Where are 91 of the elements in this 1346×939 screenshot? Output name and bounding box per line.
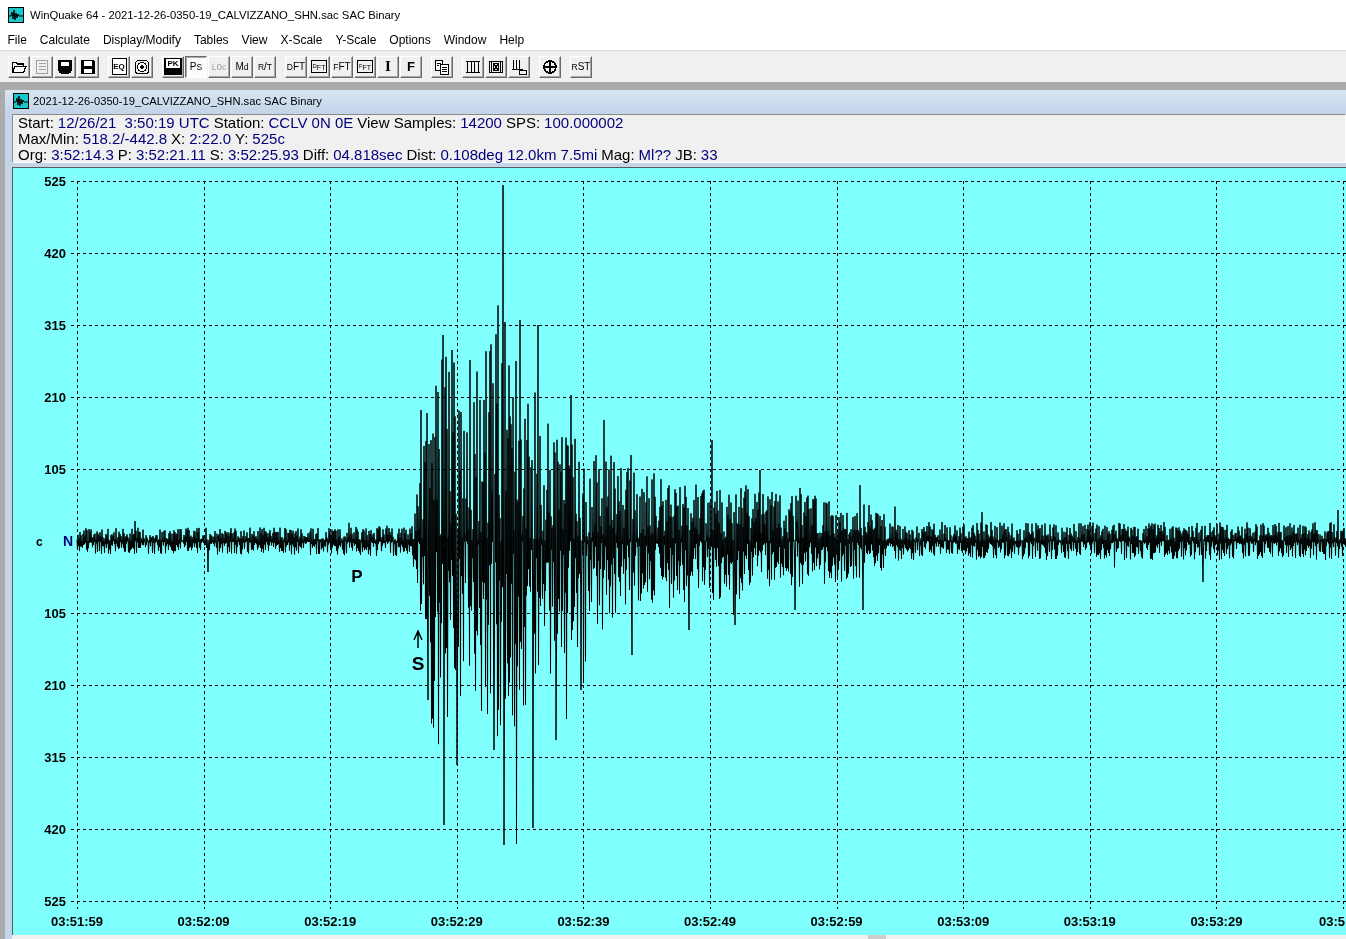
boxed-bars-icon — [488, 58, 504, 75]
toolbar-button[interactable] — [54, 55, 76, 78]
toolbar-button[interactable] — [8, 55, 30, 78]
info-value: 12/26/21 3:50:19 UTC — [57, 114, 210, 131]
window-title: 2021-12-26-0350-19_CALVIZZANO_SHN.sac SAC Binary — [33, 95, 322, 107]
menu-item[interactable]: File — [1, 33, 34, 47]
pages-icon — [434, 58, 450, 75]
info-label: Max/Min: — [18, 130, 79, 147]
info-value: 14200 — [460, 114, 502, 131]
crosshair-icon — [542, 58, 558, 75]
y-axis-label: 420 — [44, 822, 66, 837]
info-label: X: — [171, 130, 186, 147]
y-axis-label: 315 — [44, 750, 66, 765]
toolbar-button[interactable] — [431, 55, 453, 78]
y-axis-label: 105 — [44, 462, 66, 477]
info-label: View Samples: — [357, 114, 457, 131]
info-label: Station: — [213, 114, 265, 131]
info-value: 0.108deg 12.0km 7.5mi — [440, 146, 598, 163]
info-label: Diff: — [302, 146, 330, 163]
info-label: JB: — [675, 146, 697, 163]
channel-label: N — [62, 533, 73, 549]
pick-arrow — [413, 629, 423, 649]
menu-item[interactable]: Options — [382, 33, 438, 47]
seismogram-icon — [8, 7, 24, 23]
x-axis-label: 03:51:59 — [51, 914, 103, 929]
info-label: P: — [117, 146, 132, 163]
toolbar-button[interactable] — [77, 55, 99, 78]
disc-icon — [134, 58, 150, 75]
info-value: Ml?? — [638, 146, 672, 163]
window-title: WinQuake 64 - 2021-12-26-0350-19_CALVIZZANO_SHN.sac SAC Binary — [30, 9, 401, 21]
y-axis-label: 420 — [44, 246, 66, 261]
menu-item[interactable]: Window — [437, 33, 493, 47]
units-label: c — [36, 535, 43, 549]
menu-item[interactable]: Display/Modify — [96, 33, 188, 47]
scrollbar-thumb[interactable] — [868, 935, 886, 939]
menu-item[interactable]: Tables — [187, 33, 236, 47]
info-value: 3:52:25.93 — [227, 146, 299, 163]
menu-item[interactable]: Y-Scale — [328, 33, 383, 47]
list-icon — [34, 58, 50, 75]
x-axis-label: 03:52:19 — [304, 914, 357, 929]
info-label: S: — [209, 146, 224, 163]
toolbar-button[interactable]: I — [377, 55, 399, 78]
info-value: 04.818sec — [333, 146, 403, 163]
x-axis-label: 03:52:59 — [810, 914, 863, 929]
info-label: Start: — [18, 114, 54, 131]
x-axis-label: 03:53:29 — [1190, 914, 1243, 929]
y-axis-label: 525 — [44, 174, 66, 189]
x-axis-label: 03:52:39 — [557, 914, 610, 929]
horizontal-scrollbar[interactable] — [12, 935, 1346, 939]
menu-item[interactable]: Calculate — [33, 33, 97, 47]
x-axis-label: 03:53:19 — [1063, 914, 1116, 929]
info-value: 3:52:14.3 — [51, 146, 114, 163]
x-axis-label: 03:52:29 — [430, 914, 483, 929]
toolbar-button[interactable]: PK — [162, 55, 184, 78]
bars-box-icon — [511, 58, 527, 75]
y-axis-label: 105 — [44, 606, 66, 621]
x-axis-label: 03:5 — [1318, 914, 1345, 929]
pick-label: P — [351, 567, 363, 586]
info-value: CCLV 0N 0E — [268, 114, 354, 131]
x-axis-label: 03:52:09 — [177, 914, 230, 929]
toolbar-button[interactable] — [539, 55, 561, 78]
info-label: Mag: — [601, 146, 635, 163]
toolbar-button[interactable] — [131, 55, 153, 78]
toolbar-button[interactable] — [508, 55, 530, 78]
info-label: Org: — [18, 146, 48, 163]
info-value: 518.2/-442.8 — [82, 130, 168, 147]
toolbar-button[interactable] — [462, 55, 484, 78]
toolbar-button[interactable]: EQ — [108, 55, 130, 78]
info-value: 2:22.0 — [189, 130, 231, 147]
info-label: Dist: — [406, 146, 437, 163]
menu-item[interactable]: Help — [492, 33, 531, 47]
toolbar-button[interactable]: F — [400, 55, 422, 78]
toolbar-button[interactable] — [485, 55, 507, 78]
menu-item[interactable]: X-Scale — [273, 33, 329, 47]
y-axis-label: 315 — [44, 318, 66, 333]
bars-icon — [465, 58, 481, 75]
seismogram-icon — [13, 93, 29, 109]
info-value: 3:52:21.11 — [135, 146, 206, 163]
menu-item[interactable]: View — [235, 33, 274, 47]
info-value: 33 — [700, 146, 718, 163]
x-axis-label: 03:52:49 — [684, 914, 736, 929]
info-label: SPS: — [505, 114, 541, 131]
y-axis-label: 210 — [44, 390, 66, 405]
info-label: Y: — [235, 130, 249, 147]
pick-label: S — [411, 653, 425, 674]
y-axis-label: 210 — [44, 678, 66, 693]
floppy-icon — [80, 58, 96, 75]
y-axis-label: 525 — [44, 894, 66, 909]
info-value: 100.000002 — [544, 114, 624, 131]
x-axis-label: 03:53:09 — [937, 914, 990, 929]
info-value: 525c — [252, 130, 285, 147]
